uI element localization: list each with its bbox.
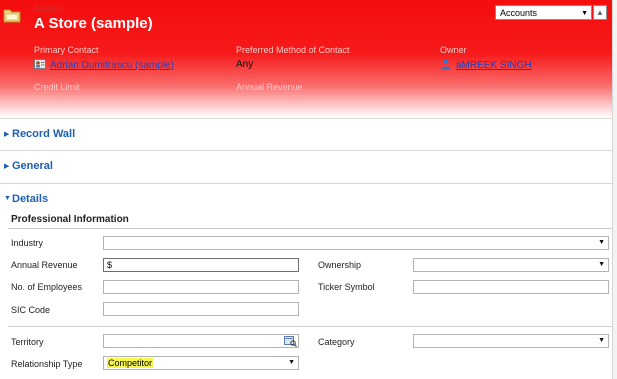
- arrow-up-icon: ▲: [596, 8, 604, 17]
- territory-lookup[interactable]: [103, 334, 299, 348]
- primary-contact-label: Primary Contact: [34, 45, 99, 55]
- annual-revenue-label: Annual Revenue: [11, 260, 78, 270]
- ownership-select[interactable]: ▼: [413, 258, 609, 272]
- section-record-wall-label: Record Wall: [12, 128, 76, 140]
- relationship-type-value: Competitor: [107, 358, 154, 368]
- credit-limit-label: Credit Limit: [34, 82, 80, 92]
- ticker-label: Ticker Symbol: [318, 282, 375, 292]
- primary-contact-link[interactable]: Adrian Dumitrascu (sample): [50, 60, 174, 71]
- collapse-arrow-icon: ▼: [4, 195, 11, 202]
- chevron-down-icon: ▼: [581, 10, 588, 17]
- relationship-type-select[interactable]: Competitor ▼: [103, 356, 299, 370]
- folder-icon: [3, 9, 21, 23]
- employees-label: No. of Employees: [11, 282, 83, 292]
- section-record-wall[interactable]: ▶ Record Wall: [0, 118, 612, 145]
- expand-arrow-icon: ▶: [4, 163, 10, 170]
- section-details-label: Details: [12, 193, 49, 205]
- divider: [8, 228, 612, 229]
- section-details[interactable]: ▼ Details: [0, 183, 612, 210]
- page-title: A Store (sample): [34, 15, 153, 32]
- employees-input[interactable]: [103, 280, 299, 294]
- record-nav-select-value: Accounts: [500, 8, 538, 18]
- section-general-label: General: [12, 160, 53, 172]
- industry-label: Industry: [11, 238, 44, 248]
- record-nav-select[interactable]: Accounts ▼: [495, 5, 592, 20]
- preferred-method-label: Preferred Method of Contact: [236, 45, 350, 55]
- user-icon: [441, 59, 451, 70]
- chevron-down-icon: ▼: [288, 359, 295, 366]
- territory-label: Territory: [11, 337, 44, 347]
- lookup-icon[interactable]: [284, 335, 297, 347]
- category-label: Category: [318, 337, 355, 347]
- chevron-down-icon: ▼: [598, 239, 605, 246]
- primary-contact-field: Adrian Dumitrascu (sample): [34, 58, 174, 71]
- divider: [8, 326, 612, 327]
- owner-label: Owner: [440, 45, 467, 55]
- ticker-input[interactable]: [413, 280, 609, 294]
- chevron-down-icon: ▼: [598, 261, 605, 268]
- record-header: Account A Store (sample) Primary Contact…: [0, 0, 617, 118]
- industry-select[interactable]: ▼: [103, 236, 609, 250]
- annual-revenue-value: $: [107, 260, 113, 270]
- sic-code-label: SIC Code: [11, 305, 51, 315]
- chevron-down-icon: ▼: [598, 337, 605, 344]
- contact-card-icon: [34, 59, 46, 69]
- owner-field: aMREEK SINGH: [440, 58, 532, 71]
- expand-arrow-icon: ▶: [4, 131, 10, 138]
- preferred-method-value: Any: [236, 59, 254, 70]
- ownership-label: Ownership: [318, 260, 362, 270]
- header-annual-revenue-label: Annual Revenue: [236, 82, 303, 92]
- relationship-type-label: Relationship Type: [11, 359, 83, 369]
- scrollbar[interactable]: [612, 0, 617, 379]
- owner-link[interactable]: aMREEK SINGH: [456, 60, 532, 71]
- annual-revenue-input[interactable]: $: [103, 258, 299, 272]
- entity-label: Account: [34, 4, 63, 13]
- section-general[interactable]: ▶ General: [0, 150, 612, 177]
- nav-up-button[interactable]: ▲: [593, 5, 607, 20]
- category-select[interactable]: ▼: [413, 334, 609, 348]
- professional-info-heading: Professional Information: [11, 214, 129, 225]
- sic-code-input[interactable]: [103, 302, 299, 316]
